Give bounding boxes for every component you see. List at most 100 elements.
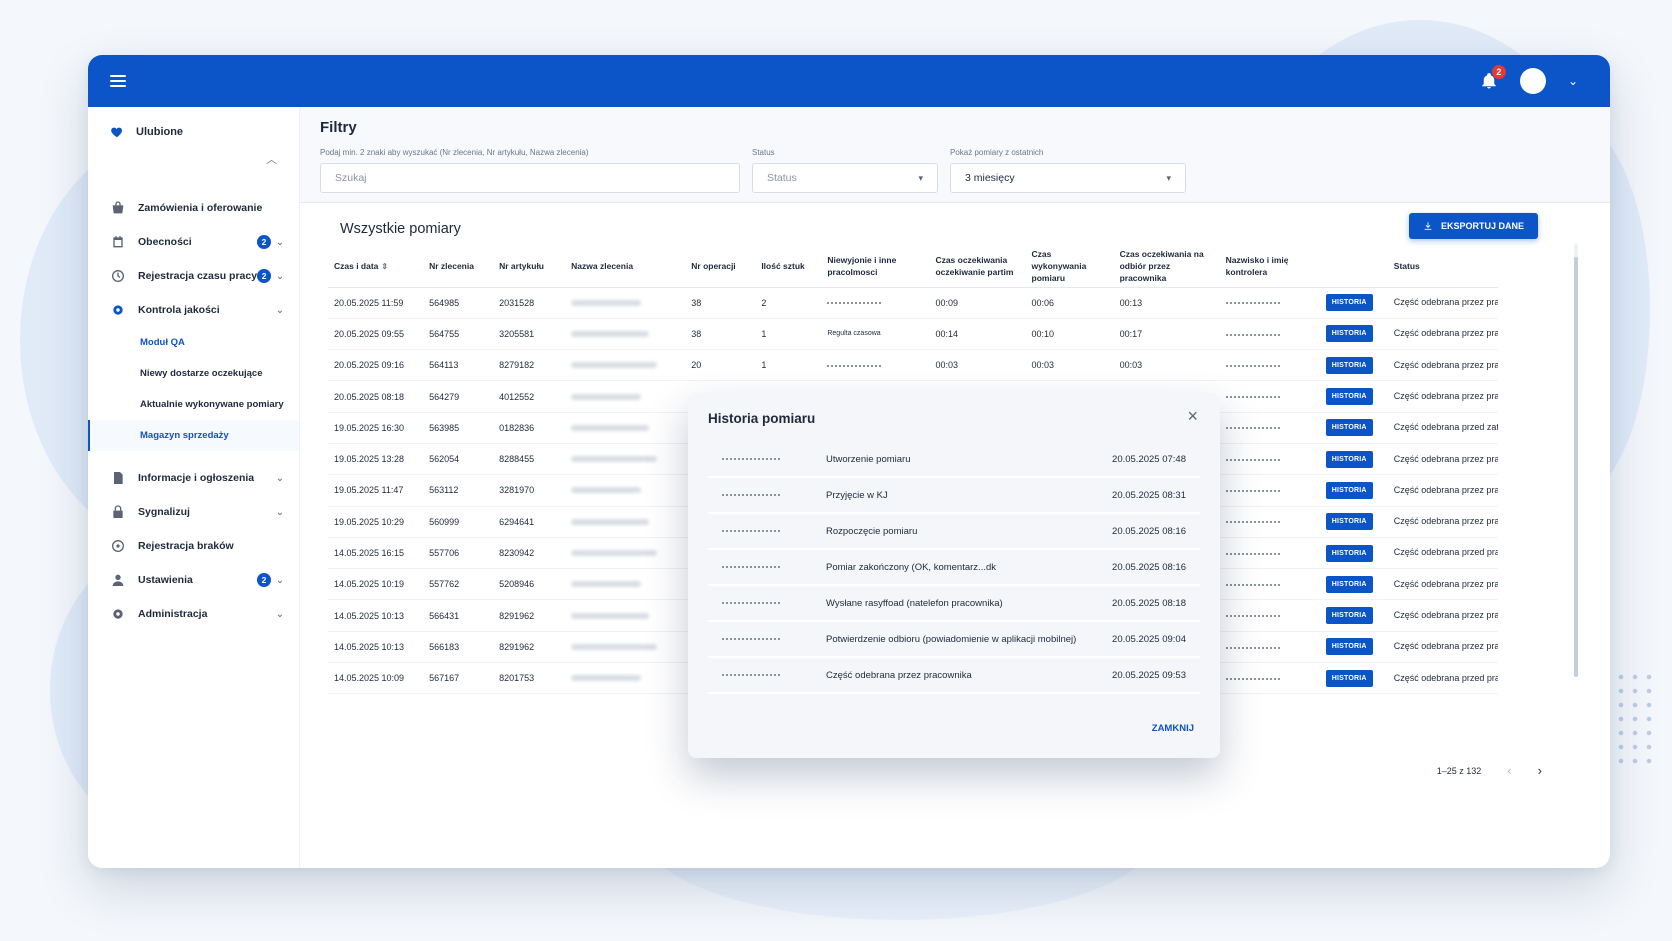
sidebar-item-information[interactable]: Informacje i ogłoszenia ⌄ bbox=[88, 461, 299, 495]
sidebar-subitem-qa-module[interactable]: Moduł QA bbox=[88, 327, 299, 358]
sidebar-item-time-registration[interactable]: Rejestracja czasu pracy 2 ⌄ bbox=[88, 259, 299, 293]
cell-status: Część odebrana przez pracownika bbox=[1387, 349, 1498, 382]
column-header: Nr operacji bbox=[685, 247, 756, 288]
chevron-down-icon[interactable]: ⌄ bbox=[275, 237, 285, 248]
history-event: Rozpoczęcie pomiaru bbox=[826, 525, 918, 537]
history-button[interactable]: HISTORIA bbox=[1325, 575, 1373, 593]
chevron-down-icon[interactable]: ⌄ bbox=[275, 473, 285, 484]
history-button[interactable]: HISTORIA bbox=[1325, 356, 1373, 374]
scrollbar[interactable] bbox=[1574, 243, 1578, 677]
scrollbar-thumb[interactable] bbox=[1574, 257, 1578, 677]
sidebar-favorites[interactable]: Ulubione bbox=[88, 119, 299, 145]
cell-date: 20.05.2025 09:16 bbox=[328, 349, 424, 382]
chevron-down-icon[interactable]: ⌄ bbox=[275, 575, 285, 586]
menu-icon[interactable] bbox=[110, 75, 126, 87]
column-header: Czas oczekiwania oczekiwanie partim bbox=[929, 247, 1026, 288]
sidebar-subitem-sales-warehouse[interactable]: Magazyn sprzedaży bbox=[88, 420, 299, 451]
status-select[interactable]: Status ▾ bbox=[752, 163, 938, 193]
cell-date: 19.05.2025 11:47 bbox=[328, 474, 424, 507]
history-button[interactable]: HISTORIA bbox=[1325, 513, 1373, 531]
cell-order-name-blurred bbox=[565, 631, 686, 664]
sidebar-subitem-current-measurements[interactable]: Aktualnie wykonywane pomiary bbox=[88, 389, 299, 420]
history-date: 20.05.2025 09:53 bbox=[1112, 669, 1186, 681]
redacted-text bbox=[571, 675, 642, 682]
chevron-down-icon[interactable]: ⌄ bbox=[1568, 74, 1578, 88]
cell-order: 566431 bbox=[423, 599, 494, 632]
sidebar-subitem-pending-deliveries[interactable]: Niewy dostarze oczekujące bbox=[88, 358, 299, 389]
redacted-text bbox=[722, 602, 780, 604]
cell-controller-hidden bbox=[1219, 662, 1320, 695]
sidebar-item-quality-control[interactable]: Kontrola jakości ⌄ bbox=[88, 293, 299, 327]
chevron-down-icon[interactable]: ⌄ bbox=[275, 305, 285, 316]
calendar-icon bbox=[113, 236, 123, 248]
column-header: Nr artykułu bbox=[493, 247, 566, 288]
history-button[interactable]: HISTORIA bbox=[1325, 294, 1373, 312]
cell-controller-hidden bbox=[1219, 412, 1320, 444]
sort-icon[interactable]: ⇕ bbox=[381, 262, 388, 271]
close-button[interactable]: ZAMKNIJ bbox=[1152, 723, 1194, 734]
search-input[interactable]: Szukaj bbox=[320, 163, 740, 193]
cell-order: 557706 bbox=[423, 537, 494, 570]
history-button[interactable]: HISTORIA bbox=[1325, 419, 1373, 437]
chevron-up-icon[interactable]: ︿ bbox=[88, 151, 299, 191]
settings-icon bbox=[113, 609, 123, 619]
avatar[interactable] bbox=[1519, 68, 1546, 94]
redacted-text bbox=[571, 581, 642, 588]
table-row[interactable]: 20.05.2025 09:55 564755 3205581 38 1 Regulta … bbox=[328, 318, 1498, 351]
period-select[interactable]: 3 miesięcy ▾ bbox=[950, 163, 1186, 193]
cell-status: Część odebrana przez pracownika bbox=[1387, 474, 1498, 507]
bell-icon[interactable]: 2 bbox=[1480, 65, 1506, 90]
column-header[interactable]: Czas i data ⇕ bbox=[328, 247, 424, 288]
history-button[interactable]: HISTORIA bbox=[1325, 481, 1373, 499]
history-button[interactable]: HISTORIA bbox=[1325, 544, 1373, 562]
target-icon bbox=[112, 540, 124, 552]
cell-order-name-blurred bbox=[565, 287, 686, 319]
cell-status: Część odebrana przez pracownika bbox=[1387, 443, 1498, 476]
history-button[interactable]: HISTORIA bbox=[1325, 607, 1373, 625]
close-icon[interactable]: × bbox=[1187, 407, 1198, 425]
history-button[interactable]: HISTORIA bbox=[1325, 325, 1373, 343]
sidebar-item-signal[interactable]: Sygnalizuj ⌄ bbox=[88, 495, 299, 529]
count-badge: 2 bbox=[257, 269, 272, 283]
redacted-text bbox=[571, 330, 650, 337]
history-date: 20.05.2025 08:18 bbox=[1112, 597, 1186, 609]
sidebar-item-defects[interactable]: Rejestracja braków bbox=[88, 529, 299, 563]
history-button[interactable]: HISTORIA bbox=[1325, 388, 1373, 406]
export-button[interactable]: EKSPORTUJ DANE bbox=[1408, 213, 1538, 239]
filters-panel: Filtry Podaj min. 2 znaki aby wyszukać (… bbox=[300, 107, 1610, 203]
cell-article: 8201753 bbox=[493, 662, 566, 695]
period-label: Pokaż pomiary z ostatnich bbox=[950, 148, 1044, 157]
cell-exec-time: 00:03 bbox=[1025, 349, 1114, 382]
history-event: Wysłane rasyffoad (natelefon pracownika) bbox=[826, 597, 1003, 609]
sidebar-item-administration[interactable]: Administracja ⌄ bbox=[88, 597, 299, 631]
redacted-text bbox=[1225, 458, 1280, 461]
chevron-down-icon[interactable]: ⌄ bbox=[275, 271, 285, 282]
redacted-text bbox=[1225, 396, 1280, 399]
sidebar-item-attendance[interactable]: Obecności 2 ⌄ bbox=[88, 225, 299, 259]
sidebar-item-label: Kontrola jakości bbox=[138, 304, 220, 316]
cell-article: 8230942 bbox=[493, 537, 566, 570]
cell-order: 566183 bbox=[423, 631, 494, 664]
cell-date: 14.05.2025 16:15 bbox=[328, 537, 424, 570]
column-header: Nr zlecenia bbox=[423, 247, 494, 288]
redacted-text bbox=[1225, 364, 1280, 367]
cell-history: HISTORIA bbox=[1319, 349, 1388, 382]
table-row[interactable]: 20.05.2025 09:16 564113 8279182 20 1 00:03 00:… bbox=[328, 349, 1498, 382]
cell-status: Część odebrana przed zatwierdzin bbox=[1387, 412, 1498, 444]
table-row[interactable]: 20.05.2025 11:59 564985 2031528 38 2 00:09 00:… bbox=[328, 287, 1498, 319]
chevron-left-icon[interactable]: ‹ bbox=[1507, 763, 1511, 778]
redacted-text bbox=[1225, 333, 1280, 336]
chevron-right-icon[interactable]: › bbox=[1538, 763, 1542, 778]
cell-pickup-time: 00:03 bbox=[1113, 349, 1220, 382]
cell-history: HISTORIA bbox=[1319, 380, 1388, 413]
sidebar-item-settings[interactable]: Ustawienia 2 ⌄ bbox=[88, 563, 299, 597]
history-button[interactable]: HISTORIA bbox=[1325, 638, 1373, 656]
cell-controller-hidden bbox=[1219, 380, 1320, 413]
sidebar-item-label: Rejestracja czasu pracy bbox=[138, 270, 258, 282]
history-button[interactable]: HISTORIA bbox=[1325, 450, 1373, 468]
sidebar-item-orders[interactable]: Zamówienia i oferowanie bbox=[88, 191, 299, 225]
period-select-value: 3 miesięcy bbox=[965, 172, 1015, 184]
chevron-down-icon[interactable]: ⌄ bbox=[275, 507, 285, 518]
chevron-down-icon[interactable]: ⌄ bbox=[275, 609, 285, 620]
history-button[interactable]: HISTORIA bbox=[1325, 669, 1373, 687]
